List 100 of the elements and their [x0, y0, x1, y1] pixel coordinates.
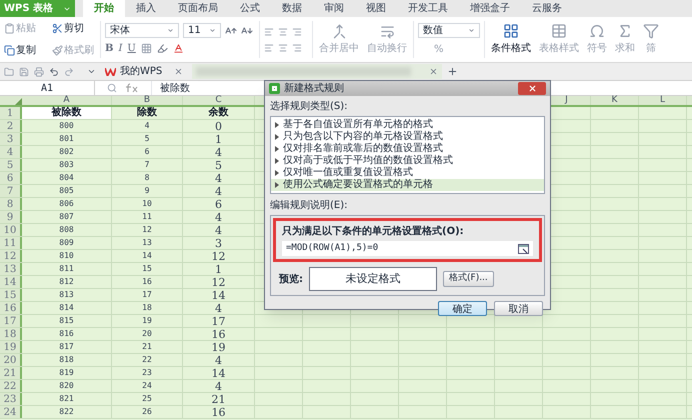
search-icon[interactable] [107, 83, 117, 93]
cut-button[interactable]: 剪切 [52, 20, 96, 36]
table-cell: 17 [112, 289, 183, 301]
row-number[interactable]: 18 [0, 328, 22, 340]
cancel-button[interactable]: 取消 [494, 301, 543, 316]
app-menu-button[interactable]: WPS 表格 [0, 0, 75, 17]
table-cell: 4 [183, 185, 255, 197]
table-cell: 10 [112, 198, 183, 210]
table-cell: 14 [183, 367, 255, 379]
row-number[interactable]: 4 [0, 146, 22, 158]
fx-icon[interactable] [125, 83, 139, 93]
column-header[interactable]: A [22, 96, 112, 105]
undo-icon[interactable] [49, 66, 59, 76]
row-number[interactable]: 20 [0, 354, 22, 366]
row-number[interactable]: 8 [0, 198, 22, 210]
align-right-icon[interactable] [292, 42, 302, 52]
ok-button[interactable]: 确定 [438, 301, 487, 316]
row-number[interactable]: 12 [0, 250, 22, 262]
rule-type-item[interactable]: 仅对高于或低于平均值的数值设置格式 [271, 155, 544, 167]
row-number[interactable]: 24 [0, 406, 22, 418]
bullet-icon [275, 158, 279, 164]
row-number[interactable]: 16 [0, 302, 22, 314]
add-tab-icon[interactable] [447, 66, 458, 77]
row-number[interactable]: 17 [0, 315, 22, 327]
row-number[interactable]: 19 [0, 341, 22, 353]
column-header[interactable]: L [639, 96, 687, 105]
align-left-icon[interactable] [264, 42, 274, 52]
caret-icon [167, 27, 174, 34]
row-number[interactable]: 2 [0, 120, 22, 132]
row-number[interactable]: 5 [0, 159, 22, 171]
rule-type-item[interactable]: 仅对排名靠前或靠后的数值设置格式 [271, 143, 544, 155]
shrink-font-icon[interactable] [241, 24, 253, 36]
folder-icon[interactable] [4, 66, 14, 76]
align-center-icon[interactable] [278, 26, 288, 36]
font-style-button[interactable]: U [127, 41, 136, 56]
row-number[interactable]: 13 [0, 263, 22, 275]
row-number[interactable]: 23 [0, 393, 22, 405]
rule-type-list[interactable]: 基于各自值设置所有单元格的格式 只为包含以下内容的单元格设置格式 仅对排名靠前或靠后的数值设置格式 仅对高于或低于平均值的数值设置格式 仅对唯一值或重复值设置格式 使用公式确定要设置格式的单元格 [270, 116, 545, 194]
row-number[interactable]: 10 [0, 224, 22, 236]
menu-tab[interactable]: 公式 [229, 0, 271, 17]
caret-icon[interactable] [87, 67, 96, 76]
column-header[interactable]: B [112, 96, 183, 105]
column-header[interactable]: K [591, 96, 639, 105]
font-style-button[interactable]: I [118, 41, 122, 56]
menu-tab[interactable]: 视图 [355, 0, 397, 17]
menu-tab[interactable]: 数据 [271, 0, 313, 17]
row-number[interactable]: 9 [0, 211, 22, 223]
align-left-icon[interactable] [264, 26, 274, 36]
format-button[interactable]: 格式(F)... [443, 271, 494, 287]
rule-type-item[interactable]: 基于各自值设置所有单元格的格式 [271, 119, 544, 131]
rule-type-item[interactable]: 使用公式确定要设置格式的单元格 [271, 179, 544, 191]
font-style-button[interactable]: B [105, 41, 114, 56]
rule-type-item[interactable]: 仅对唯一值或重复值设置格式 [271, 167, 544, 179]
conditional-button[interactable]: 条件格式 [489, 17, 533, 62]
table-cell: 22 [112, 354, 183, 366]
select-all-icon[interactable] [15, 98, 22, 105]
copy-button[interactable]: 复制 [4, 43, 48, 58]
row-number[interactable]: 11 [0, 237, 22, 249]
table-cell: 814 [22, 302, 112, 314]
row-number[interactable]: 21 [0, 367, 22, 379]
dialog-title: 新建格式规则 [284, 82, 344, 96]
font-color-icon[interactable] [172, 43, 184, 54]
menu-tab[interactable]: 开发工具 [397, 0, 459, 17]
close-icon[interactable] [174, 67, 184, 76]
menu-tab[interactable]: 审阅 [313, 0, 355, 17]
close-icon [528, 84, 536, 93]
rule-type-item[interactable]: 只为包含以下内容的单元格设置格式 [271, 131, 544, 143]
fill-color-icon[interactable] [156, 43, 168, 54]
menu-tab[interactable]: 增强盒子 [459, 0, 521, 17]
row-number[interactable]: 22 [0, 380, 22, 392]
save-icon[interactable] [19, 66, 29, 76]
row-number[interactable]: 3 [0, 133, 22, 145]
row-number[interactable]: 7 [0, 185, 22, 197]
menu-tab[interactable]: 插入 [125, 0, 167, 17]
border-icon[interactable] [140, 43, 152, 54]
row-number[interactable]: 14 [0, 276, 22, 288]
close-button[interactable] [518, 82, 546, 95]
align-center-icon[interactable] [278, 42, 288, 52]
range-picker-icon[interactable] [518, 244, 529, 254]
menu-tab[interactable]: 云服务 [521, 0, 573, 17]
document-tab[interactable]: 我的WPS [101, 64, 188, 79]
printer-icon[interactable] [34, 66, 44, 76]
percent-button[interactable]: % [434, 42, 444, 56]
column-header[interactable]: C [183, 96, 255, 105]
menu-tab[interactable]: 页面布局 [167, 0, 229, 17]
grow-font-icon[interactable] [225, 24, 237, 36]
formula-field[interactable]: 被除数 [151, 81, 190, 95]
row-number[interactable]: 6 [0, 172, 22, 184]
close-icon[interactable] [429, 67, 438, 76]
font-size-field[interactable]: 11 [183, 23, 221, 38]
menu-tab[interactable]: 开始 [83, 0, 125, 17]
row-number[interactable]: 15 [0, 289, 22, 301]
formula-input[interactable]: =MOD(ROW(A1),5)=0 [282, 241, 533, 256]
align-right-icon[interactable] [292, 26, 302, 36]
font-name-field[interactable]: 宋体 [105, 23, 179, 38]
table-cell: 800 [22, 120, 112, 132]
number-format-field[interactable]: 数值 [418, 22, 480, 38]
row-number[interactable]: 1 [0, 107, 22, 119]
redo-icon[interactable] [64, 66, 74, 76]
name-box[interactable]: A1 [0, 81, 95, 95]
